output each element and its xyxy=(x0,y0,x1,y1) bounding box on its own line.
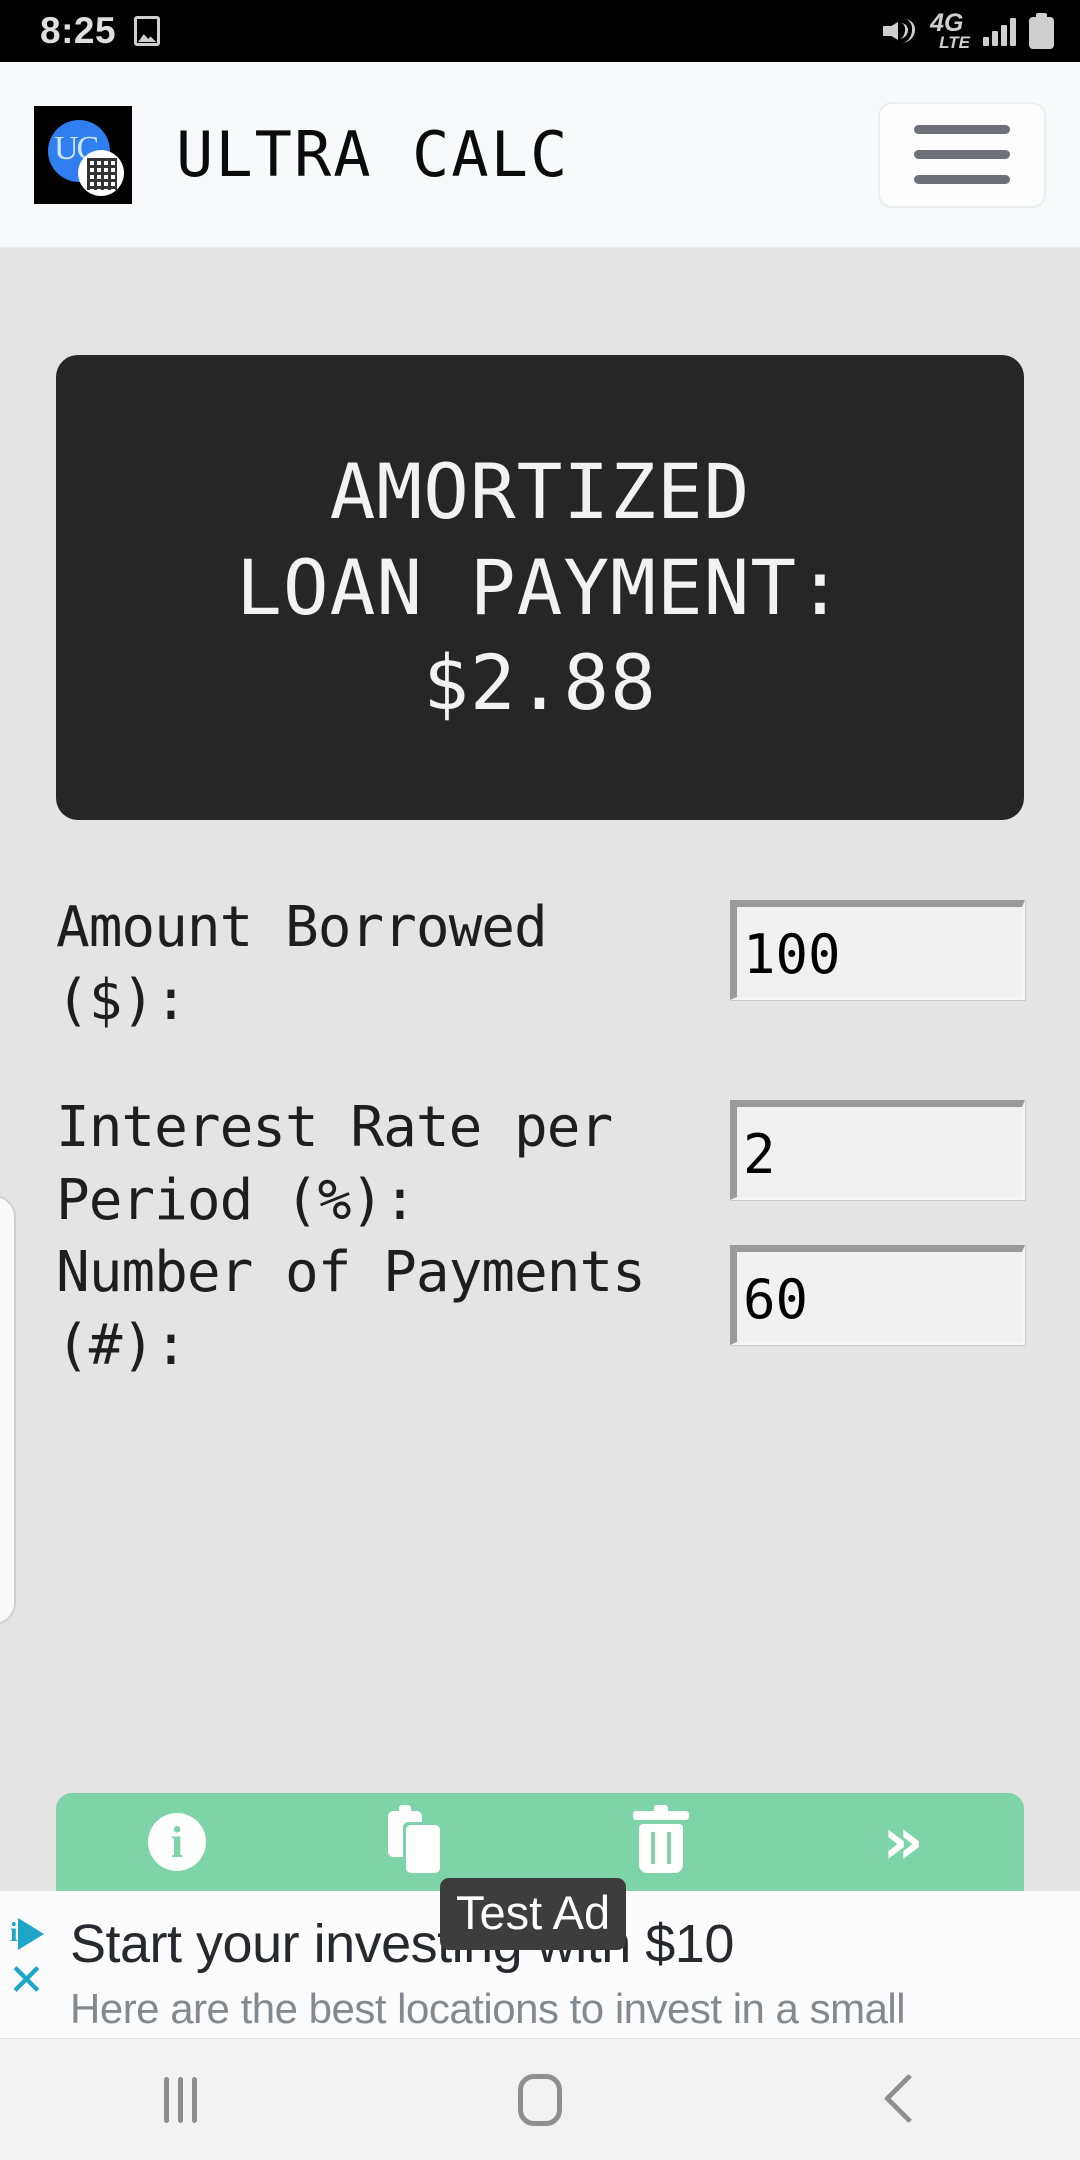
hamburger-bar xyxy=(914,175,1010,184)
label-number-of-payments: Number of Payments (#): xyxy=(56,1240,646,1378)
next-button[interactable]: » xyxy=(782,1793,1024,1891)
back-icon xyxy=(885,2077,915,2123)
copy-icon xyxy=(388,1805,450,1873)
page-title: ULTRA CALC xyxy=(176,118,570,191)
input-amount-borrowed[interactable]: 100 xyxy=(730,900,1025,1000)
input-interest-rate[interactable]: 2 xyxy=(730,1100,1025,1200)
status-bar: 8:25 4G LTE xyxy=(0,0,1080,62)
label-interest-rate: Interest Rate per Period (%): xyxy=(56,1095,613,1233)
result-value: $2.88 xyxy=(423,638,657,728)
info-button[interactable]: i xyxy=(56,1793,298,1891)
app-header: UC ULTRA CALC xyxy=(0,62,1080,248)
side-drawer-edge[interactable] xyxy=(0,1195,16,1625)
mute-vibrate-icon xyxy=(883,15,917,47)
recents-button[interactable] xyxy=(0,2076,360,2123)
label-amount-borrowed: Amount Borrowed ($): xyxy=(56,895,548,1033)
action-toolbar: i » xyxy=(56,1793,1024,1891)
battery-icon xyxy=(1029,13,1054,49)
ultra-calc-logo-icon: UC xyxy=(34,105,132,204)
delete-icon xyxy=(633,1805,689,1873)
delete-button[interactable] xyxy=(540,1793,782,1891)
ad-controls: i ✕ xyxy=(8,1913,60,2003)
copy-button[interactable] xyxy=(298,1793,540,1891)
ad-test-badge: Test Ad xyxy=(440,1878,627,1950)
hamburger-menu-button[interactable] xyxy=(878,101,1046,208)
clock: 8:25 xyxy=(40,10,117,51)
system-navigation-bar xyxy=(0,2039,1080,2160)
result-line: AMORTIZED xyxy=(329,446,751,536)
status-bar-right: 4G LTE xyxy=(883,8,1054,52)
ad-subtitle: Here are the best locations to invest in… xyxy=(70,1985,906,2032)
home-button[interactable] xyxy=(360,2073,720,2126)
signal-bars-icon xyxy=(983,16,1016,46)
result-display: AMORTIZED LOAN PAYMENT: $2.88 xyxy=(56,355,1024,820)
hamburger-bar xyxy=(914,125,1010,134)
input-number-of-payments[interactable]: 60 xyxy=(730,1245,1025,1345)
home-icon xyxy=(518,2073,562,2126)
info-icon: i xyxy=(148,1813,206,1871)
network-main-label: 4G xyxy=(930,8,964,37)
image-icon xyxy=(134,16,161,46)
network-type-indicator: 4G LTE xyxy=(930,8,970,52)
status-bar-left: 8:25 xyxy=(40,10,161,52)
adchoices-icon[interactable]: i xyxy=(8,1913,54,1955)
result-line: LOAN PAYMENT: xyxy=(236,542,844,632)
back-button[interactable] xyxy=(720,2077,1080,2123)
hamburger-bar xyxy=(914,150,1010,159)
close-icon[interactable]: ✕ xyxy=(8,1958,60,2002)
next-icon: » xyxy=(882,1805,924,1879)
phone-screen: 8:25 4G LTE UC ULTRA CALC AMORTIZED LOAN… xyxy=(0,0,1080,2160)
recents-icon xyxy=(163,2076,197,2123)
network-sub-label: LTE xyxy=(939,32,970,52)
